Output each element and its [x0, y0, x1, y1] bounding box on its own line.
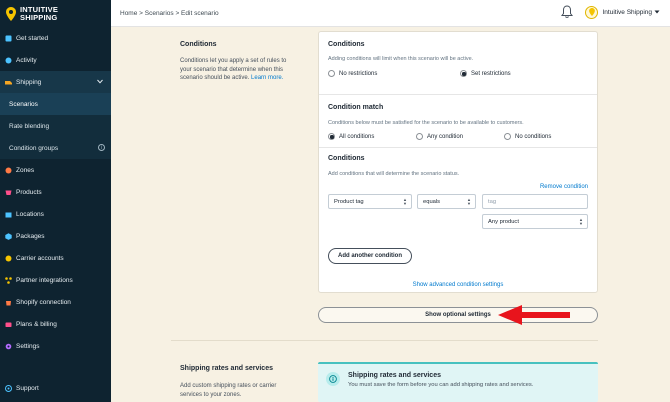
- sidebar-subitem-label: Rate blending: [9, 122, 50, 130]
- sidebar-item-label: Products: [16, 188, 42, 196]
- radio-button[interactable]: [416, 133, 423, 140]
- breadcrumb[interactable]: Home > Scenarios > Edit scenario: [111, 10, 219, 17]
- products-icon: [5, 189, 12, 196]
- brand-name-line2: SHIPPING: [20, 12, 58, 22]
- radio-button-selected[interactable]: [328, 133, 335, 140]
- select-caret-icon: ▲ ▼: [579, 217, 583, 226]
- activity-icon: [5, 57, 12, 64]
- get-started-icon: [5, 35, 12, 42]
- learn-more-link[interactable]: Learn more.: [251, 75, 283, 81]
- locations-icon: [5, 211, 12, 218]
- divider: [319, 94, 597, 95]
- sidebar-item-packages[interactable]: Packages: [0, 225, 111, 247]
- sidebar-item-get-started[interactable]: Get started: [0, 27, 111, 49]
- avatar[interactable]: [585, 5, 599, 19]
- info-banner-text: You must save the form before you can ad…: [348, 382, 534, 388]
- shopify-connection-icon: [5, 299, 12, 306]
- sidebar-item-zones[interactable]: Zones: [0, 159, 111, 181]
- top-bar: Home > Scenarios > Edit scenario Intuiti…: [111, 0, 670, 27]
- sidebar-item-label: Packages: [16, 232, 45, 240]
- sidebar-item-label: Carrier accounts: [16, 254, 64, 262]
- conditions-section-title: Conditions: [180, 41, 217, 48]
- support-icon: [5, 384, 12, 392]
- condition-field-select[interactable]: Product tag ▲ ▼: [328, 194, 412, 209]
- location-pin-icon: [589, 8, 595, 16]
- card-conditions-subtitle: Adding conditions will limit when this s…: [328, 56, 474, 62]
- sidebar-item-label: Plans & billing: [16, 320, 57, 328]
- sidebar-item-products[interactable]: Products: [0, 181, 111, 203]
- shipping-icon: [5, 79, 12, 86]
- select-caret-icon: ▲ ▼: [403, 197, 407, 206]
- packages-icon: [5, 232, 12, 240]
- sidebar-subitem-rate-blending[interactable]: Rate blending: [0, 115, 111, 137]
- location-pin-logo-icon: [6, 6, 16, 21]
- sidebar-item-label: Activity: [16, 56, 37, 64]
- sidebar-item-shopify-connection[interactable]: Shopify connection: [0, 291, 111, 313]
- plans-billing-icon: [5, 321, 12, 328]
- sidebar-item-carrier-accounts[interactable]: Carrier accounts: [0, 247, 111, 269]
- sidebar-item-label: Get started: [16, 34, 49, 42]
- sidebar-item-label: Shipping: [16, 78, 42, 86]
- sidebar-subitem-condition-groups[interactable]: Condition groups i: [0, 137, 111, 159]
- sidebar-item-label: Settings: [16, 342, 40, 350]
- conditions-list-title: Conditions: [328, 155, 365, 162]
- sidebar-item-settings[interactable]: Settings: [0, 335, 111, 357]
- settings-icon: [5, 343, 12, 350]
- condition-scope-select[interactable]: Any product ▲ ▼: [482, 214, 588, 229]
- sidebar-item-partner-integrations[interactable]: Partner integrations: [0, 269, 111, 291]
- chevron-down-icon: [97, 79, 103, 84]
- divider: [319, 147, 597, 148]
- sidebar-item-locations[interactable]: Locations: [0, 203, 111, 225]
- info-banner: Shipping rates and services You must sav…: [318, 362, 598, 402]
- radio-button-selected[interactable]: [460, 70, 467, 77]
- zones-icon: [5, 167, 12, 174]
- info-icon: [326, 372, 340, 386]
- sidebar-subitem-label: Scenarios: [9, 100, 38, 108]
- conditions-card: Conditions Adding conditions will limit …: [318, 31, 598, 293]
- select-caret-icon: ▲ ▼: [467, 197, 471, 206]
- sidebar-item-label: Zones: [16, 166, 35, 174]
- condition-tag-input[interactable]: tag: [482, 194, 588, 209]
- rates-section-title: Shipping rates and services: [180, 365, 273, 372]
- card-conditions-title: Conditions: [328, 41, 365, 48]
- radio-all-conditions[interactable]: All conditions: [328, 133, 374, 140]
- sidebar-item-label: Shopify connection: [16, 298, 71, 306]
- sidebar-item-activity[interactable]: Activity: [0, 49, 111, 71]
- user-menu[interactable]: Intuitive Shipping: [602, 9, 652, 16]
- bell-icon[interactable]: [561, 5, 574, 19]
- condition-match-title: Condition match: [328, 104, 384, 111]
- sidebar-subitem-scenarios[interactable]: Scenarios: [0, 93, 111, 115]
- sidebar-item-label: Locations: [16, 210, 44, 218]
- radio-no-restrictions[interactable]: No restrictions: [328, 70, 377, 77]
- sidebar-subitem-label: Condition groups: [9, 144, 59, 152]
- sidebar-item-support[interactable]: Support: [0, 377, 111, 399]
- radio-no-conditions[interactable]: No conditions: [504, 133, 551, 140]
- caret-down-icon[interactable]: [654, 10, 660, 14]
- sidebar-item-plans-billing[interactable]: Plans & billing: [0, 313, 111, 335]
- section-divider: [171, 340, 598, 341]
- radio-any-condition[interactable]: Any condition: [416, 133, 463, 140]
- conditions-list-subtitle: Add conditions that will determine the s…: [328, 171, 460, 177]
- red-arrow-annotation-icon: [498, 305, 570, 325]
- radio-button[interactable]: [504, 133, 511, 140]
- carrier-accounts-icon: [5, 255, 12, 262]
- partner-integrations-icon: [5, 276, 12, 284]
- info-icon[interactable]: i: [98, 144, 105, 151]
- sidebar-item-label: Support: [16, 384, 39, 392]
- condition-operator-select[interactable]: equals ▲ ▼: [417, 194, 476, 209]
- condition-match-subtitle: Conditions below must be satisfied for t…: [328, 120, 524, 126]
- brand-logo[interactable]: INTUITIVE SHIPPING: [0, 0, 111, 27]
- remove-condition-link[interactable]: Remove condition: [540, 184, 588, 190]
- sidebar: INTUITIVE SHIPPING Get started Activity …: [0, 0, 111, 402]
- radio-set-restrictions[interactable]: Set restrictions: [460, 70, 511, 77]
- sidebar-item-label: Partner integrations: [16, 276, 73, 284]
- sidebar-item-shipping[interactable]: Shipping: [0, 71, 111, 93]
- radio-button[interactable]: [328, 70, 335, 77]
- add-another-condition-button[interactable]: Add another condition: [328, 248, 412, 264]
- info-banner-title: Shipping rates and services: [348, 372, 441, 379]
- show-advanced-condition-settings-link[interactable]: Show advanced condition settings: [319, 282, 597, 288]
- rates-section-description: Add custom shipping rates or carrier ser…: [180, 383, 277, 398]
- conditions-section-description: Conditions let you apply a set of rules …: [180, 58, 287, 81]
- main-content: Conditions Conditions let you apply a se…: [111, 27, 670, 402]
